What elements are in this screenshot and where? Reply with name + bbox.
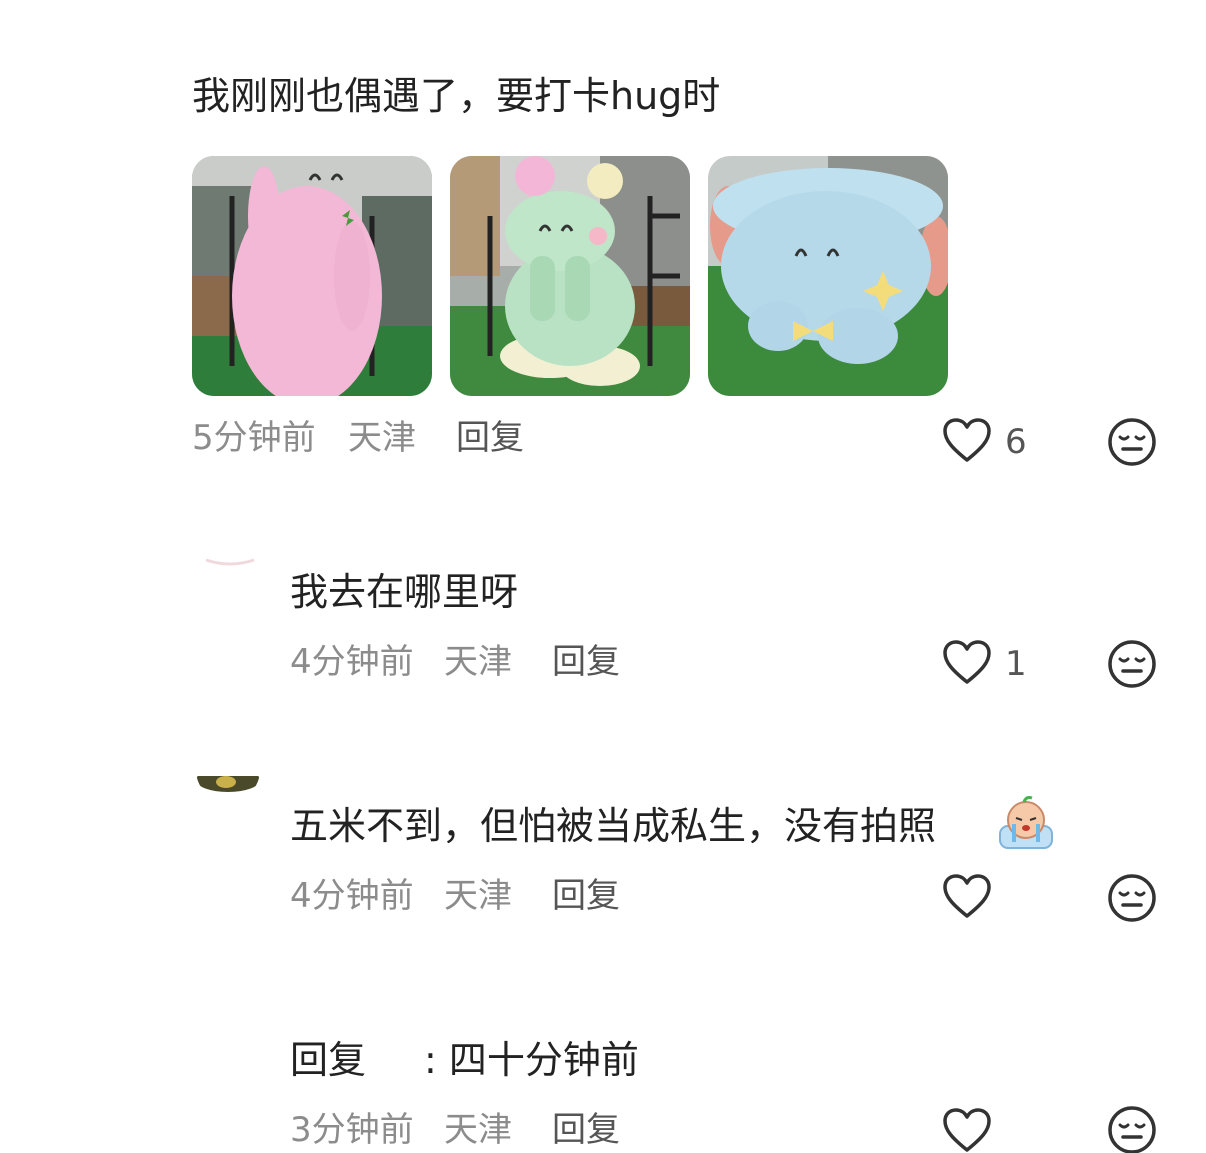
heart-outline-icon[interactable]	[942, 1106, 992, 1153]
heart-outline-icon[interactable]	[942, 638, 992, 688]
comment-time: 5分钟前	[192, 418, 316, 458]
reply-button[interactable]: 回复	[456, 418, 524, 458]
comment-photo-3[interactable]	[708, 156, 948, 396]
avatar[interactable]	[198, 520, 262, 584]
like-count: 6	[1005, 422, 1027, 462]
comment-text: : 四十分钟前	[424, 1038, 639, 1082]
comment-photo-1[interactable]	[192, 156, 432, 396]
comment-photo-2[interactable]	[450, 156, 690, 396]
avatar[interactable]	[196, 738, 260, 802]
comment-location: 天津	[444, 1110, 512, 1150]
comment-location: 天津	[444, 642, 512, 682]
like-count: 1	[1005, 644, 1027, 684]
comment-time: 4分钟前	[290, 876, 414, 916]
heart-outline-icon[interactable]	[942, 872, 992, 922]
comment-text: 五米不到，但怕被当成私生，没有拍照	[290, 804, 937, 848]
comment-location: 天津	[444, 876, 512, 916]
comment-text: 我去在哪里呀	[290, 570, 519, 614]
meh-face-icon[interactable]	[1106, 1104, 1158, 1153]
reply-button[interactable]: 回复	[552, 642, 620, 682]
crying-emoji-sticker	[998, 796, 1054, 850]
comment-time: 3分钟前	[290, 1110, 414, 1150]
meh-face-icon[interactable]	[1106, 416, 1158, 468]
meh-face-icon[interactable]	[1106, 638, 1158, 690]
comment-location: 天津	[348, 418, 416, 458]
meh-face-icon[interactable]	[1106, 872, 1158, 924]
comment-time: 4分钟前	[290, 642, 414, 682]
reply-button[interactable]: 回复	[552, 876, 620, 916]
reply-prefix: 回复	[290, 1038, 367, 1082]
comment-text: 我刚刚也偶遇了，要打卡hug时	[192, 74, 721, 118]
reply-button[interactable]: 回复	[552, 1110, 620, 1150]
heart-outline-icon[interactable]	[942, 416, 992, 466]
